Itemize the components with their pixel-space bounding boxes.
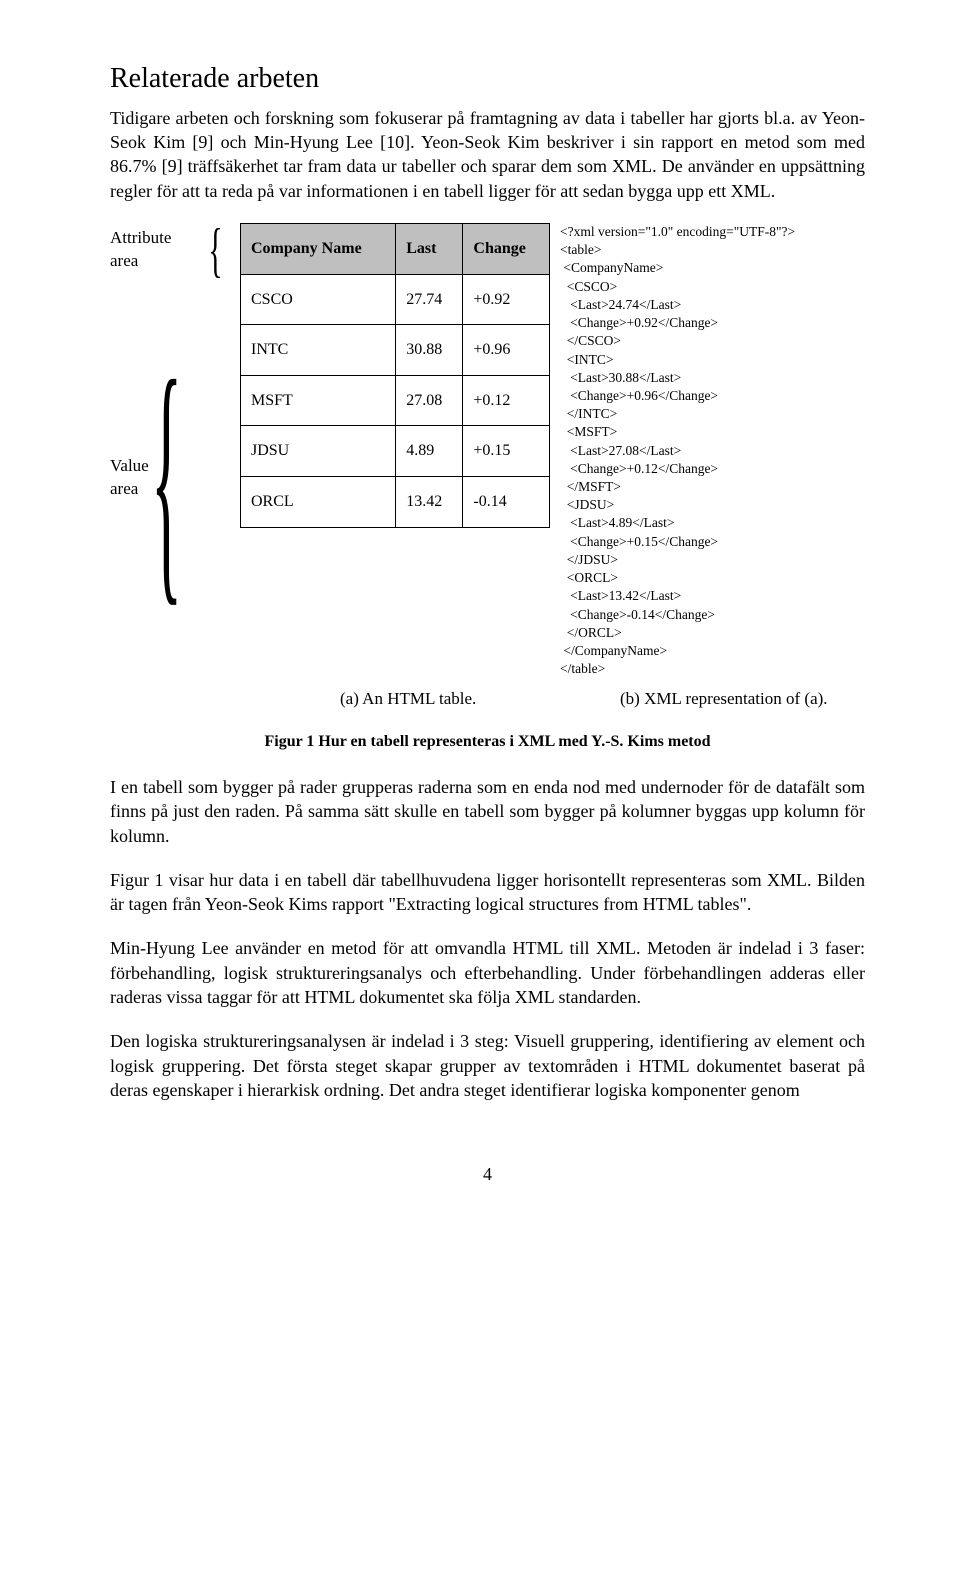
table-cell: 27.74 [396, 274, 463, 325]
figure-1: Attribute area { Value area { Company Na… [110, 223, 865, 753]
stock-table: Company Name Last Change CSCO27.74+0.92I… [240, 223, 550, 528]
subcaption-a: (a) An HTML table. [340, 688, 540, 711]
brace-icon: { [151, 444, 182, 512]
table-cell: +0.96 [463, 325, 550, 376]
table-row: ORCL13.42-0.14 [241, 476, 550, 527]
table-header-row: Company Name Last Change [241, 223, 550, 274]
figure-caption: Figur 1 Hur en tabell representeras i XM… [110, 731, 865, 753]
table-cell: -0.14 [463, 476, 550, 527]
paragraph-3: Figur 1 visar hur data i en tabell där t… [110, 868, 865, 917]
col-header: Change [463, 223, 550, 274]
table-cell: ORCL [241, 476, 396, 527]
table-cell: 30.88 [396, 325, 463, 376]
paragraph-1: Tidigare arbeten och forskning som fokus… [110, 106, 865, 203]
col-header: Company Name [241, 223, 396, 274]
table-cell: +0.15 [463, 426, 550, 477]
table-cell: 27.08 [396, 375, 463, 426]
html-table-panel: Company Name Last Change CSCO27.74+0.92I… [240, 223, 550, 678]
attribute-area-label: Attribute area [110, 227, 199, 273]
figure-area-labels: Attribute area { Value area { [110, 223, 230, 678]
page-number: 4 [110, 1162, 865, 1186]
value-area-label: Value area [110, 455, 149, 501]
table-cell: JDSU [241, 426, 396, 477]
table-cell: +0.12 [463, 375, 550, 426]
brace-icon: { [208, 241, 222, 259]
figure-subcaptions: (a) An HTML table. (b) XML representatio… [110, 688, 865, 711]
table-cell: 4.89 [396, 426, 463, 477]
table-row: MSFT27.08+0.12 [241, 375, 550, 426]
table-row: INTC30.88+0.96 [241, 325, 550, 376]
table-cell: MSFT [241, 375, 396, 426]
table-cell: CSCO [241, 274, 396, 325]
table-cell: INTC [241, 325, 396, 376]
section-heading: Relaterade arbeten [110, 60, 865, 98]
xml-panel: <?xml version="1.0" encoding="UTF-8"?> <… [560, 223, 865, 678]
table-row: CSCO27.74+0.92 [241, 274, 550, 325]
subcaption-b: (b) XML representation of (a). [620, 688, 828, 711]
paragraph-4: Min-Hyung Lee använder en metod för att … [110, 936, 865, 1009]
paragraph-5: Den logiska struktureringsanalysen är in… [110, 1029, 865, 1102]
table-cell: +0.92 [463, 274, 550, 325]
table-row: JDSU4.89+0.15 [241, 426, 550, 477]
table-cell: 13.42 [396, 476, 463, 527]
paragraph-2: I en tabell som bygger på rader gruppera… [110, 775, 865, 848]
col-header: Last [396, 223, 463, 274]
